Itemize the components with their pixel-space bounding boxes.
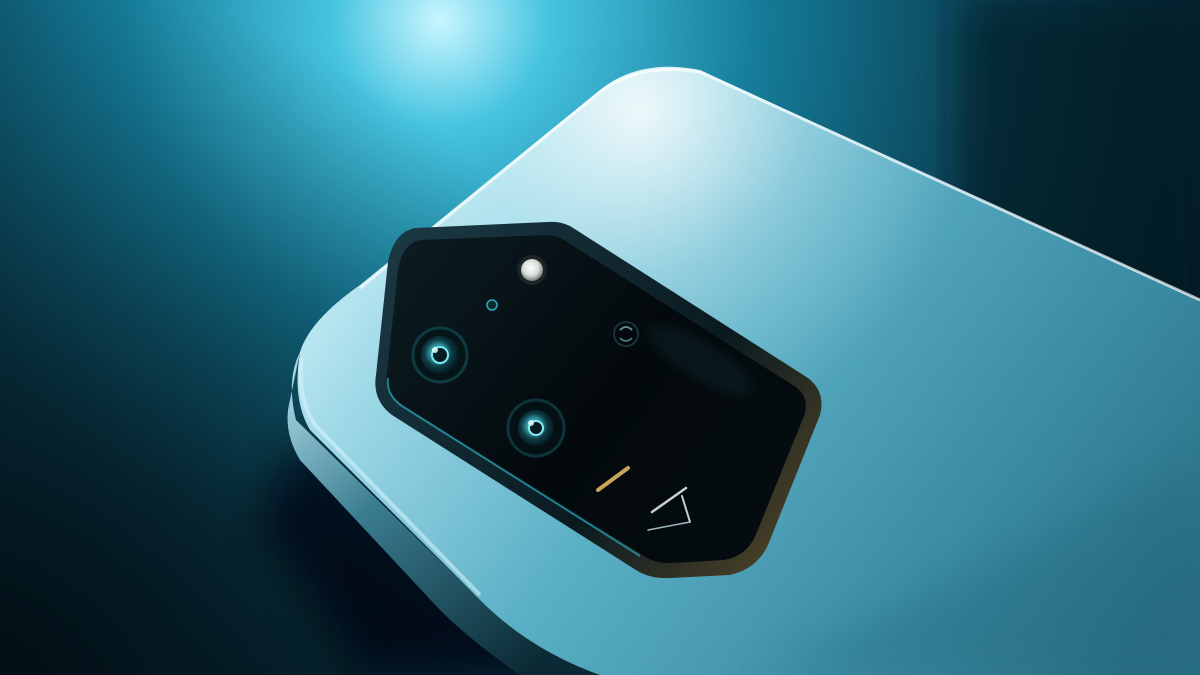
photo-scene [0, 0, 1200, 675]
lens-depth-sensor-icon [613, 321, 639, 347]
lens-main-icon [506, 398, 566, 458]
lens-wide-icon [411, 326, 469, 384]
flash-icon [517, 255, 547, 285]
photo-canvas [0, 0, 1200, 675]
microphone-icon [486, 299, 498, 311]
